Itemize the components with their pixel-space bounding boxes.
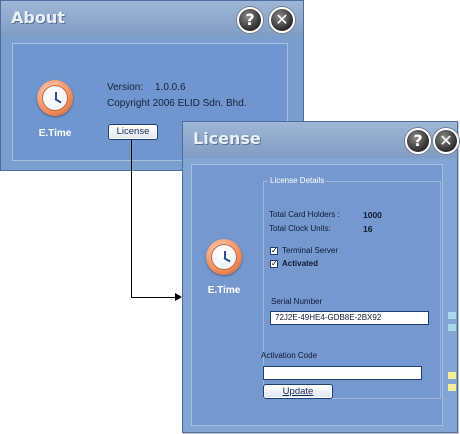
activated-label: Activated — [282, 259, 319, 268]
activated-checkbox[interactable]: ✓ — [270, 260, 278, 268]
connector-line-vertical — [131, 140, 132, 298]
license-title: License — [193, 129, 261, 148]
copyright-text: Copyright 2006 ELID Sdn. Bhd. — [107, 98, 247, 109]
activation-code-label: Activation Code — [261, 351, 318, 360]
connector-line-horizontal — [131, 297, 175, 298]
clock-icon — [37, 80, 73, 116]
license-window: License ? ✕ E.Time License Details Total… — [182, 121, 459, 433]
about-title: About — [11, 8, 65, 27]
close-icon[interactable]: ✕ — [433, 128, 459, 154]
checkmark-icon: ✓ — [271, 246, 278, 255]
license-details-legend: License Details — [268, 176, 327, 185]
about-app-name: E.Time — [38, 128, 72, 139]
license-panel: E.Time License Details Total Card Holder… — [191, 164, 443, 426]
license-app-name: E.Time — [207, 285, 241, 296]
terminal-server-checkbox[interactable]: ✓ — [270, 247, 278, 255]
side-indicator — [448, 372, 456, 379]
side-indicator — [448, 384, 456, 391]
total-clock-units-value: 16 — [363, 224, 373, 234]
checkmark-icon: ✓ — [271, 259, 278, 268]
close-icon[interactable]: ✕ — [269, 7, 295, 33]
license-titlebar: License ? ✕ — [183, 122, 459, 158]
license-button[interactable]: License — [108, 124, 158, 140]
clock-icon — [206, 239, 242, 275]
total-clock-units-label: Total Clock Units: — [269, 224, 331, 233]
side-indicator — [448, 312, 456, 319]
total-card-holders-label: Total Card Holders : — [269, 210, 340, 219]
serial-number-field[interactable]: 72J2E-49HE4-GDB8E-2BX92 — [270, 311, 429, 325]
about-titlebar: About ? ✕ — [1, 1, 303, 37]
version-label: Version: — [107, 82, 144, 93]
serial-number-label: Serial Number — [271, 297, 323, 306]
side-indicator — [448, 324, 456, 331]
help-icon[interactable]: ? — [405, 128, 431, 154]
terminal-server-label: Terminal Server — [282, 246, 339, 255]
total-card-holders-value: 1000 — [363, 210, 382, 220]
help-icon[interactable]: ? — [237, 7, 263, 33]
update-button[interactable]: Update — [263, 384, 333, 399]
arrow-icon — [175, 293, 182, 301]
activation-code-field[interactable] — [263, 366, 422, 380]
version-value: 1.0.0.6 — [155, 82, 186, 93]
